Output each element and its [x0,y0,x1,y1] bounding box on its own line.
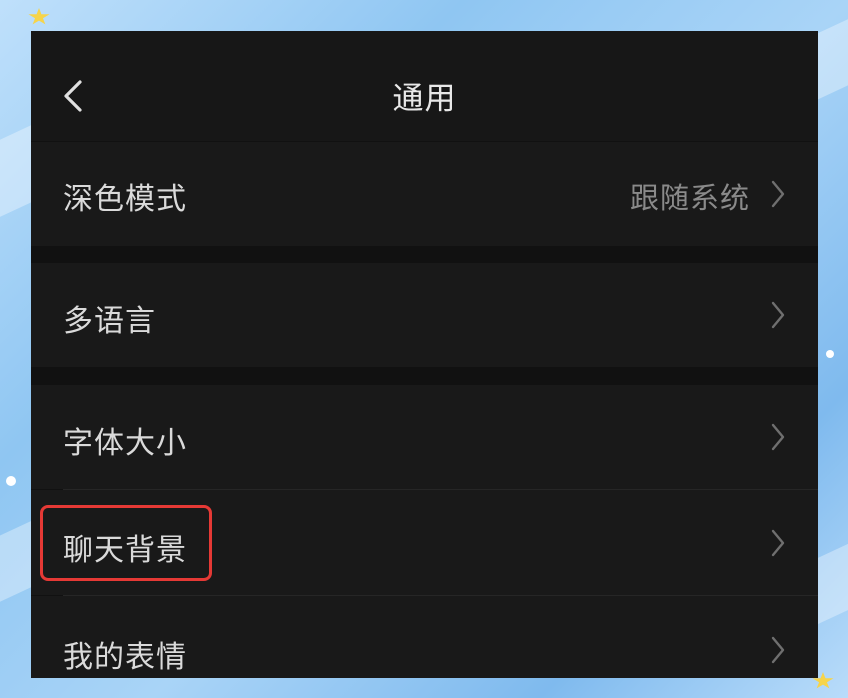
chevron-right-icon [771,180,785,208]
settings-item-my-stickers[interactable]: 我的表情 [31,596,818,678]
dot-decoration [6,476,16,486]
settings-item-label: 深色模式 [63,182,187,217]
star-decoration [28,8,50,25]
settings-item-value: 跟随系统 [629,181,750,215]
highlight-box [40,505,212,581]
chevron-right-icon [771,529,785,557]
settings-item-label: 字体大小 [63,426,187,461]
chevron-right-icon [771,423,785,451]
settings-item-label: 我的表情 [63,640,187,675]
chevron-right-icon [771,301,785,329]
settings-item-language[interactable]: 多语言 [31,263,818,367]
dot-decoration [826,350,834,358]
settings-item-label: 多语言 [63,304,156,339]
settings-item-font-size[interactable]: 字体大小 [31,385,818,489]
navigation-bar: 通用 [31,31,818,141]
page-title: 通用 [392,81,457,117]
chevron-right-icon [771,636,785,664]
settings-item-dark-mode[interactable]: 深色模式 跟随系统 [31,142,818,246]
